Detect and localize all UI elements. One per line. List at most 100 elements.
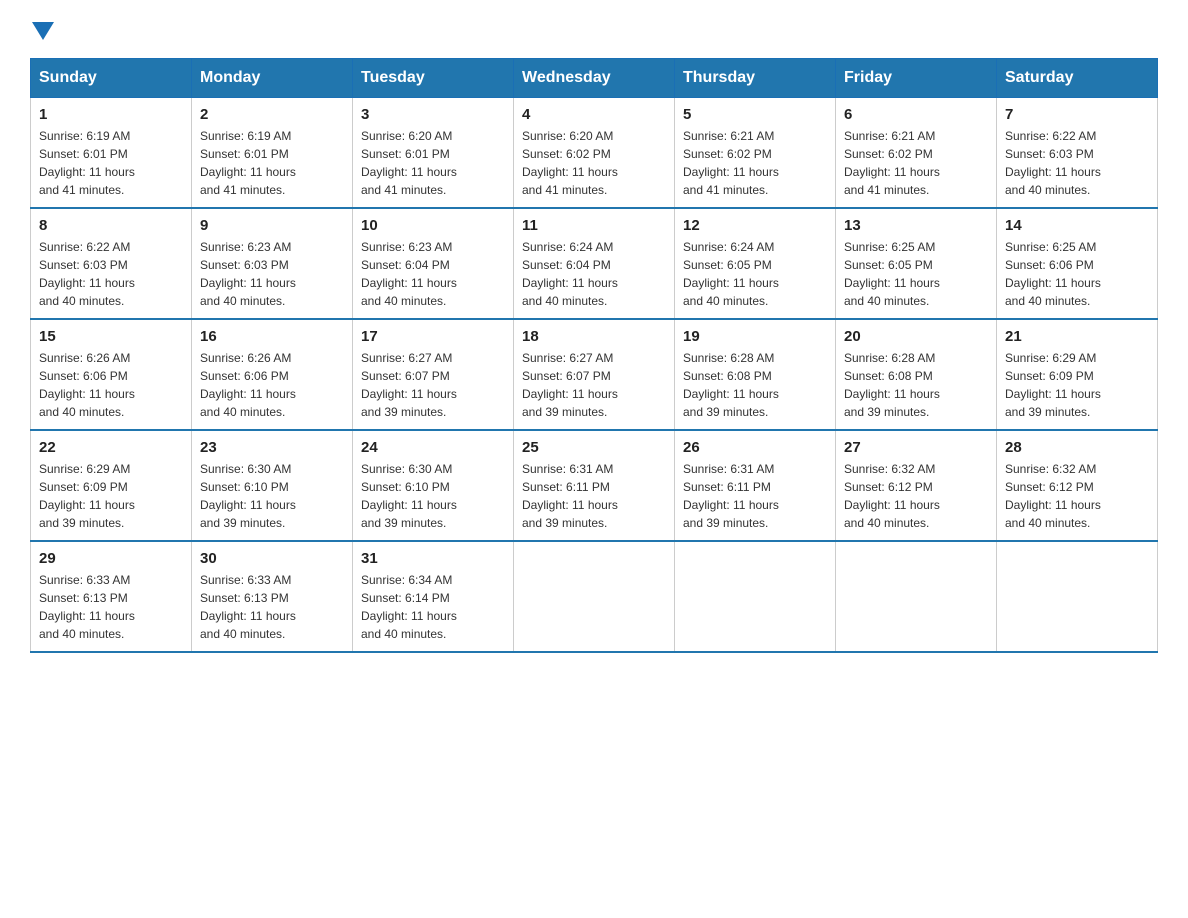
- day-number: 20: [844, 328, 988, 345]
- day-number: 25: [522, 439, 666, 456]
- day-info: Sunrise: 6:31 AM Sunset: 6:11 PM Dayligh…: [683, 460, 827, 532]
- day-info: Sunrise: 6:34 AM Sunset: 6:14 PM Dayligh…: [361, 571, 505, 643]
- day-number: 6: [844, 106, 988, 123]
- calendar-cell: 20 Sunrise: 6:28 AM Sunset: 6:08 PM Dayl…: [836, 319, 997, 430]
- day-number: 24: [361, 439, 505, 456]
- logo-triangle-icon: [32, 22, 54, 44]
- calendar-cell: 18 Sunrise: 6:27 AM Sunset: 6:07 PM Dayl…: [514, 319, 675, 430]
- day-info: Sunrise: 6:22 AM Sunset: 6:03 PM Dayligh…: [39, 238, 183, 310]
- weekday-header-sunday: Sunday: [31, 59, 192, 98]
- day-number: 7: [1005, 106, 1149, 123]
- day-number: 2: [200, 106, 344, 123]
- day-info: Sunrise: 6:26 AM Sunset: 6:06 PM Dayligh…: [200, 349, 344, 421]
- calendar-cell: 24 Sunrise: 6:30 AM Sunset: 6:10 PM Dayl…: [353, 430, 514, 541]
- calendar-cell: 17 Sunrise: 6:27 AM Sunset: 6:07 PM Dayl…: [353, 319, 514, 430]
- day-number: 10: [361, 217, 505, 234]
- calendar-cell: 13 Sunrise: 6:25 AM Sunset: 6:05 PM Dayl…: [836, 208, 997, 319]
- calendar-cell: 2 Sunrise: 6:19 AM Sunset: 6:01 PM Dayli…: [192, 98, 353, 209]
- calendar-cell: [836, 541, 997, 652]
- day-info: Sunrise: 6:19 AM Sunset: 6:01 PM Dayligh…: [200, 127, 344, 199]
- day-info: Sunrise: 6:23 AM Sunset: 6:04 PM Dayligh…: [361, 238, 505, 310]
- day-number: 27: [844, 439, 988, 456]
- logo: [30, 20, 54, 38]
- day-info: Sunrise: 6:23 AM Sunset: 6:03 PM Dayligh…: [200, 238, 344, 310]
- day-number: 26: [683, 439, 827, 456]
- week-row-4: 22 Sunrise: 6:29 AM Sunset: 6:09 PM Dayl…: [31, 430, 1158, 541]
- day-number: 22: [39, 439, 183, 456]
- day-number: 19: [683, 328, 827, 345]
- weekday-header-monday: Monday: [192, 59, 353, 98]
- day-number: 1: [39, 106, 183, 123]
- weekday-header-tuesday: Tuesday: [353, 59, 514, 98]
- day-info: Sunrise: 6:21 AM Sunset: 6:02 PM Dayligh…: [844, 127, 988, 199]
- day-info: Sunrise: 6:24 AM Sunset: 6:05 PM Dayligh…: [683, 238, 827, 310]
- calendar-cell: 7 Sunrise: 6:22 AM Sunset: 6:03 PM Dayli…: [997, 98, 1158, 209]
- calendar-cell: 11 Sunrise: 6:24 AM Sunset: 6:04 PM Dayl…: [514, 208, 675, 319]
- day-info: Sunrise: 6:20 AM Sunset: 6:01 PM Dayligh…: [361, 127, 505, 199]
- calendar-cell: 1 Sunrise: 6:19 AM Sunset: 6:01 PM Dayli…: [31, 98, 192, 209]
- calendar-cell: 5 Sunrise: 6:21 AM Sunset: 6:02 PM Dayli…: [675, 98, 836, 209]
- calendar-cell: 26 Sunrise: 6:31 AM Sunset: 6:11 PM Dayl…: [675, 430, 836, 541]
- day-info: Sunrise: 6:27 AM Sunset: 6:07 PM Dayligh…: [522, 349, 666, 421]
- week-row-1: 1 Sunrise: 6:19 AM Sunset: 6:01 PM Dayli…: [31, 98, 1158, 209]
- day-info: Sunrise: 6:22 AM Sunset: 6:03 PM Dayligh…: [1005, 127, 1149, 199]
- day-number: 23: [200, 439, 344, 456]
- calendar-cell: 14 Sunrise: 6:25 AM Sunset: 6:06 PM Dayl…: [997, 208, 1158, 319]
- day-number: 9: [200, 217, 344, 234]
- weekday-header-wednesday: Wednesday: [514, 59, 675, 98]
- day-info: Sunrise: 6:25 AM Sunset: 6:06 PM Dayligh…: [1005, 238, 1149, 310]
- calendar-cell: 8 Sunrise: 6:22 AM Sunset: 6:03 PM Dayli…: [31, 208, 192, 319]
- calendar-cell: 23 Sunrise: 6:30 AM Sunset: 6:10 PM Dayl…: [192, 430, 353, 541]
- day-info: Sunrise: 6:19 AM Sunset: 6:01 PM Dayligh…: [39, 127, 183, 199]
- day-number: 12: [683, 217, 827, 234]
- calendar-cell: 21 Sunrise: 6:29 AM Sunset: 6:09 PM Dayl…: [997, 319, 1158, 430]
- calendar-cell: [514, 541, 675, 652]
- day-number: 18: [522, 328, 666, 345]
- weekday-header-thursday: Thursday: [675, 59, 836, 98]
- day-number: 31: [361, 550, 505, 567]
- calendar-cell: 6 Sunrise: 6:21 AM Sunset: 6:02 PM Dayli…: [836, 98, 997, 209]
- weekday-header-friday: Friday: [836, 59, 997, 98]
- day-info: Sunrise: 6:20 AM Sunset: 6:02 PM Dayligh…: [522, 127, 666, 199]
- weekday-header-saturday: Saturday: [997, 59, 1158, 98]
- calendar-cell: 15 Sunrise: 6:26 AM Sunset: 6:06 PM Dayl…: [31, 319, 192, 430]
- week-row-2: 8 Sunrise: 6:22 AM Sunset: 6:03 PM Dayli…: [31, 208, 1158, 319]
- day-info: Sunrise: 6:29 AM Sunset: 6:09 PM Dayligh…: [1005, 349, 1149, 421]
- day-number: 30: [200, 550, 344, 567]
- day-info: Sunrise: 6:27 AM Sunset: 6:07 PM Dayligh…: [361, 349, 505, 421]
- day-info: Sunrise: 6:24 AM Sunset: 6:04 PM Dayligh…: [522, 238, 666, 310]
- day-number: 28: [1005, 439, 1149, 456]
- day-info: Sunrise: 6:32 AM Sunset: 6:12 PM Dayligh…: [1005, 460, 1149, 532]
- calendar-cell: 25 Sunrise: 6:31 AM Sunset: 6:11 PM Dayl…: [514, 430, 675, 541]
- calendar-cell: [997, 541, 1158, 652]
- calendar-cell: 27 Sunrise: 6:32 AM Sunset: 6:12 PM Dayl…: [836, 430, 997, 541]
- day-info: Sunrise: 6:33 AM Sunset: 6:13 PM Dayligh…: [39, 571, 183, 643]
- day-number: 21: [1005, 328, 1149, 345]
- day-info: Sunrise: 6:28 AM Sunset: 6:08 PM Dayligh…: [683, 349, 827, 421]
- day-info: Sunrise: 6:32 AM Sunset: 6:12 PM Dayligh…: [844, 460, 988, 532]
- day-number: 11: [522, 217, 666, 234]
- day-info: Sunrise: 6:25 AM Sunset: 6:05 PM Dayligh…: [844, 238, 988, 310]
- calendar-cell: 9 Sunrise: 6:23 AM Sunset: 6:03 PM Dayli…: [192, 208, 353, 319]
- day-info: Sunrise: 6:31 AM Sunset: 6:11 PM Dayligh…: [522, 460, 666, 532]
- weekday-header-row: SundayMondayTuesdayWednesdayThursdayFrid…: [31, 59, 1158, 98]
- day-number: 29: [39, 550, 183, 567]
- calendar-cell: 10 Sunrise: 6:23 AM Sunset: 6:04 PM Dayl…: [353, 208, 514, 319]
- day-number: 3: [361, 106, 505, 123]
- calendar-cell: 30 Sunrise: 6:33 AM Sunset: 6:13 PM Dayl…: [192, 541, 353, 652]
- calendar-cell: 31 Sunrise: 6:34 AM Sunset: 6:14 PM Dayl…: [353, 541, 514, 652]
- calendar-cell: 22 Sunrise: 6:29 AM Sunset: 6:09 PM Dayl…: [31, 430, 192, 541]
- calendar-cell: 3 Sunrise: 6:20 AM Sunset: 6:01 PM Dayli…: [353, 98, 514, 209]
- calendar-cell: 16 Sunrise: 6:26 AM Sunset: 6:06 PM Dayl…: [192, 319, 353, 430]
- day-number: 8: [39, 217, 183, 234]
- calendar-cell: 19 Sunrise: 6:28 AM Sunset: 6:08 PM Dayl…: [675, 319, 836, 430]
- day-info: Sunrise: 6:33 AM Sunset: 6:13 PM Dayligh…: [200, 571, 344, 643]
- day-number: 17: [361, 328, 505, 345]
- calendar-cell: 29 Sunrise: 6:33 AM Sunset: 6:13 PM Dayl…: [31, 541, 192, 652]
- calendar-table: SundayMondayTuesdayWednesdayThursdayFrid…: [30, 58, 1158, 653]
- day-number: 15: [39, 328, 183, 345]
- week-row-3: 15 Sunrise: 6:26 AM Sunset: 6:06 PM Dayl…: [31, 319, 1158, 430]
- day-info: Sunrise: 6:28 AM Sunset: 6:08 PM Dayligh…: [844, 349, 988, 421]
- page-header: [30, 20, 1158, 38]
- day-info: Sunrise: 6:30 AM Sunset: 6:10 PM Dayligh…: [200, 460, 344, 532]
